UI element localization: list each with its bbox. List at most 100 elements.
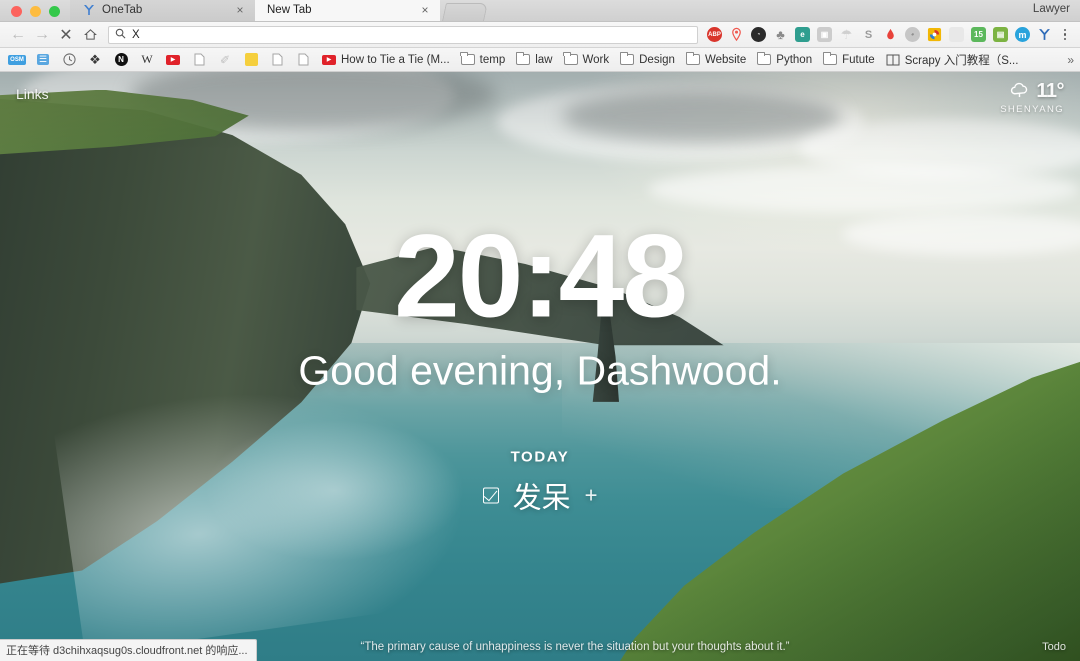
document2-bookmark[interactable] (264, 50, 290, 69)
bookmark-folder-futute[interactable]: Futute (817, 50, 880, 69)
lightbulb-icon (243, 52, 259, 67)
browser-window: OneTab × New Tab × Lawyer ← → ✕ X ABP (0, 0, 1080, 661)
adblock-plus-extension-icon[interactable]: ABP (704, 24, 725, 45)
google-translate-extension-icon[interactable] (924, 24, 945, 45)
close-window-button[interactable] (11, 6, 22, 17)
window-controls (0, 6, 70, 21)
bookmark-folder-law[interactable]: law (510, 50, 557, 69)
tab-close-button[interactable]: × (418, 3, 432, 17)
surf-foam (194, 414, 475, 567)
cloud-shape (842, 213, 1080, 254)
notion-icon: N (113, 52, 129, 67)
momentum-extension-icon[interactable]: m (1012, 24, 1033, 45)
pencil-bookmark[interactable]: ✐ (212, 50, 238, 69)
new-tab-page: Links 11° SHENYANG 20:48 Good evening, D… (0, 72, 1080, 661)
onetab-extension-icon[interactable] (1034, 24, 1055, 45)
calendar-15-extension-icon[interactable]: 15 (968, 24, 989, 45)
document-bookmark[interactable] (186, 50, 212, 69)
bookmarks-overflow-button[interactable]: » (1067, 53, 1074, 67)
location-pin-extension-icon[interactable] (726, 24, 747, 45)
bookmark-label: temp (480, 54, 506, 66)
split-view-extension-icon[interactable]: ▣ (814, 24, 835, 45)
bookmark-how-to-tie-a-tie[interactable]: ▶ How to Tie a Tie (M... (316, 50, 455, 69)
document3-bookmark[interactable] (290, 50, 316, 69)
blank-extension-icon[interactable] (946, 24, 967, 45)
forward-icon[interactable]: → (30, 25, 54, 45)
chrome-menu-button[interactable] (1056, 24, 1074, 45)
minimize-window-button[interactable] (30, 6, 41, 17)
tab-onetab[interactable]: OneTab × (70, 0, 255, 21)
todo-panel-button[interactable]: Todo (906, 641, 1066, 653)
pocket-archive-extension-icon[interactable]: ▤ (990, 24, 1011, 45)
blue-list-icon: ☰ (35, 52, 51, 67)
folder-icon (563, 52, 579, 67)
maximize-window-button[interactable] (49, 6, 60, 17)
document-icon (295, 52, 311, 67)
youtube-icon: ▶ (165, 52, 181, 67)
home-icon[interactable] (78, 25, 102, 45)
bookmark-label: Work (583, 54, 610, 66)
search-icon (115, 28, 126, 42)
focus-todo-row[interactable]: 发呆 + (483, 474, 598, 516)
evernote-web-clipper-extension-icon[interactable]: e (792, 24, 813, 45)
bookmark-folder-work[interactable]: Work (558, 50, 615, 69)
bookmark-label: Futute (842, 54, 875, 66)
tab-title: New Tab (267, 4, 408, 16)
cloud-shape (562, 90, 843, 143)
bookmark-folder-website[interactable]: Website (680, 50, 751, 69)
folder-icon (619, 52, 635, 67)
folder-icon (460, 52, 476, 67)
bookmark-label: Design (639, 54, 675, 66)
focus-task-text[interactable]: 发呆 (513, 474, 571, 516)
red-drop-extension-icon[interactable] (880, 24, 901, 45)
weather-widget[interactable]: 11° SHENYANG (1000, 80, 1064, 115)
back-icon[interactable]: ← (6, 25, 30, 45)
new-tab-button[interactable] (442, 3, 488, 21)
umbrella-extension-icon[interactable]: ☂ (836, 24, 857, 45)
lightbulb-bookmark[interactable] (238, 50, 264, 69)
youtube-bookmark[interactable]: ▶ (160, 50, 186, 69)
blue-list-bookmark[interactable]: ☰ (30, 50, 56, 69)
folder-icon (515, 52, 531, 67)
s-extension-icon[interactable]: S (858, 24, 879, 45)
puzzle-icon: ❖ (87, 52, 103, 67)
wikipedia-bookmark[interactable]: W (134, 50, 160, 69)
weather-city: SHENYANG (1000, 104, 1064, 115)
bookmark-folder-python[interactable]: Python (751, 50, 817, 69)
youtube-icon: ▶ (321, 52, 337, 67)
bookmark-label: Python (776, 54, 812, 66)
bookmark-folder-temp[interactable]: temp (455, 50, 511, 69)
extension-tray: ABP ◔ ♣ e ▣ ☂ S ◕ 15 ▤ m (704, 24, 1074, 45)
today-label: TODAY (483, 448, 598, 465)
add-task-button[interactable]: + (585, 482, 598, 508)
onetab-icon (82, 4, 95, 17)
links-button[interactable]: Links (16, 86, 49, 102)
stop-icon[interactable]: ✕ (54, 25, 78, 45)
notion-bookmark[interactable]: N (108, 50, 134, 69)
address-bar[interactable]: X (108, 26, 698, 44)
pencil-icon: ✐ (217, 52, 233, 67)
tab-close-button[interactable]: × (233, 3, 247, 17)
wikipedia-icon: W (139, 52, 155, 67)
status-bar-bubble: 正在等待 d3chihxaqsug0s.cloudfront.net 的响应..… (0, 639, 257, 661)
dark-circle-extension-icon[interactable]: ◔ (748, 24, 769, 45)
book-icon (885, 52, 901, 67)
checkbox-checked-icon[interactable] (483, 487, 499, 503)
tab-new-tab[interactable]: New Tab × (255, 0, 440, 21)
osm-icon: OSM (9, 52, 25, 67)
clock-face-bookmark[interactable] (56, 50, 82, 69)
profile-name-label[interactable]: Lawyer (1033, 3, 1070, 15)
bookmark-label: Scrapy 入门教程（S... (905, 52, 1019, 68)
bookmark-folder-design[interactable]: Design (614, 50, 680, 69)
browser-toolbar: ← → ✕ X ABP ◔ ♣ e ▣ ☂ S ◕ (0, 22, 1080, 48)
cloud-shape (648, 166, 1080, 213)
tree-extension-icon[interactable]: ♣ (770, 24, 791, 45)
speed-gauge-extension-icon[interactable]: ◕ (902, 24, 923, 45)
bookmark-scrapy-tutorial[interactable]: Scrapy 入门教程（S... (880, 50, 1024, 69)
osm-bookmark[interactable]: OSM (4, 50, 30, 69)
tab-strip: OneTab × New Tab × Lawyer (0, 0, 1080, 22)
puzzle-bookmark[interactable]: ❖ (82, 50, 108, 69)
address-bar-value: X (132, 29, 140, 41)
folder-icon (822, 52, 838, 67)
clock-face-icon (61, 52, 77, 67)
